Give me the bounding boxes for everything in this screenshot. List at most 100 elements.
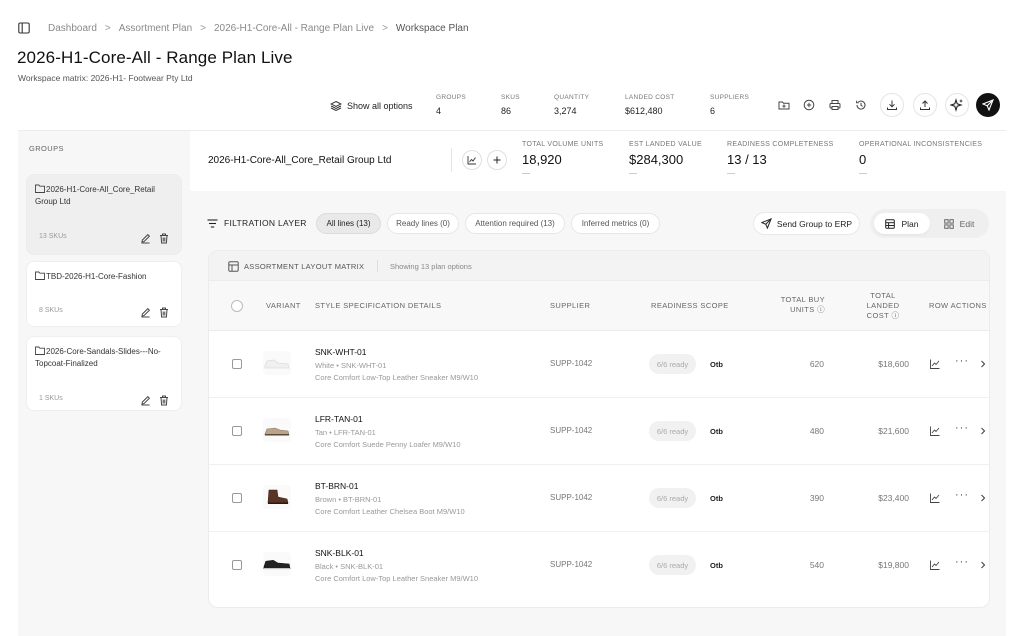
stat-landed-cost: LANDED COST $612,480 [625, 94, 675, 116]
chevron-right-icon[interactable] [979, 424, 987, 442]
table-row[interactable]: LFR-TAN-01 Tan • LFR-TAN-01 Core Comfort… [209, 398, 989, 465]
shoe-thumbnail [263, 552, 291, 576]
trash-icon[interactable] [159, 231, 169, 249]
breadcrumb-assortment-plan[interactable]: Assortment Plan [119, 23, 192, 34]
row-meta: White • SNK-WHT-01 [315, 361, 387, 370]
table-row[interactable]: SNK-WHT-01 White • SNK-WHT-01 Core Comfo… [209, 331, 989, 398]
send-icon[interactable] [976, 93, 1000, 117]
table-row[interactable]: SNK-BLK-01 Black • SNK-BLK-01 Core Comfo… [209, 532, 989, 599]
chevron-right-icon[interactable] [979, 558, 987, 576]
row-meta: Tan • LFR-TAN-01 [315, 428, 376, 437]
row-supplier: SUPP-1042 [550, 426, 593, 435]
download-icon[interactable] [880, 93, 904, 117]
chart-icon[interactable] [929, 558, 941, 576]
info-icon: ⓘ [891, 311, 900, 320]
pencil-icon[interactable] [140, 305, 151, 323]
readiness-badge: 6/6 ready [649, 555, 696, 575]
row-checkbox[interactable] [232, 493, 242, 503]
view-edit-button[interactable]: Edit [932, 213, 986, 234]
readiness-badge: 6/6 ready [649, 488, 696, 508]
breadcrumb-dashboard[interactable]: Dashboard [48, 23, 97, 34]
breadcrumb-current: Workspace Plan [395, 22, 469, 34]
row-sku: BT-BRN-01 [315, 481, 359, 491]
sparkle-icon[interactable] [945, 93, 969, 117]
more-icon[interactable]: ··· [955, 556, 969, 568]
group-card[interactable]: 2026-Core-Sandals-Slides---No-Topcoat-Fi… [26, 336, 182, 411]
shoe-thumbnail [263, 418, 291, 442]
breadcrumb-range-plan[interactable]: 2026-H1-Core-All - Range Plan Live [214, 23, 374, 34]
readiness-badge: 6/6 ready [649, 354, 696, 374]
trash-icon[interactable] [159, 305, 169, 323]
row-meta: Brown • BT-BRN-01 [315, 495, 382, 504]
group-header-name: 2026-H1-Core-All_Core_Retail Group Ltd [208, 155, 392, 166]
layout-icon [228, 261, 239, 272]
filter-pill-attention[interactable]: Attention required (13) [465, 213, 565, 234]
row-landed-cost: $21,600 [878, 426, 909, 436]
trash-icon[interactable] [159, 393, 169, 411]
more-icon[interactable]: ··· [955, 489, 969, 501]
col-total-buy-units: TOTAL BUY UNITS ⓘ [780, 295, 825, 314]
group-name: TBD-2026-H1-Core-Fashion [35, 271, 165, 283]
info-icon: ⓘ [817, 305, 825, 314]
grid-icon [943, 218, 954, 229]
row-buy-units: 390 [809, 493, 824, 503]
filter-pill-ready[interactable]: Ready lines (0) [387, 213, 459, 234]
plus-circle-icon[interactable] [800, 96, 818, 114]
view-plan-button[interactable]: Plan [874, 213, 930, 234]
group-sku-count: 13 SKUs [39, 233, 67, 240]
chevron-right-icon[interactable] [979, 491, 987, 509]
show-all-options-label: Show all options [347, 101, 413, 111]
matrix-subtitle: Showing 13 plan options [390, 262, 472, 271]
more-icon[interactable]: ··· [955, 355, 969, 367]
send-group-to-erp-button[interactable]: Send Group to ERP [753, 212, 860, 235]
folder-icon[interactable] [775, 96, 793, 114]
send-icon [760, 218, 772, 229]
kpi-est-landed-value: EST LANDED VALUE $284,300 [629, 141, 702, 174]
page-subtitle: Workspace matrix: 2026-H1- Footwear Pty … [18, 73, 193, 83]
groups-sidebar: GROUPS 2026-H1-Core-All_Core_Retail Grou… [18, 131, 190, 636]
row-checkbox[interactable] [232, 426, 242, 436]
history-icon[interactable] [852, 96, 870, 114]
pencil-icon[interactable] [140, 393, 151, 411]
chart-icon[interactable] [929, 491, 941, 509]
row-landed-cost: $18,600 [878, 359, 909, 369]
chart-icon[interactable] [929, 424, 941, 442]
sidebar-toggle-icon[interactable] [18, 22, 30, 34]
row-description: Core Comfort Leather Chelsea Boot M9/W10 [315, 507, 465, 516]
folder-icon [35, 271, 45, 283]
chevron-right-icon[interactable] [979, 357, 987, 375]
shoe-thumbnail [263, 485, 291, 509]
assortment-matrix-table: ASSORTMENT LAYOUT MATRIX Showing 13 plan… [208, 250, 990, 608]
filter-icon [207, 218, 218, 228]
filter-pill-all[interactable]: All lines (13) [316, 213, 381, 234]
row-sku: LFR-TAN-01 [315, 414, 363, 424]
upload-icon[interactable] [913, 93, 937, 117]
row-checkbox[interactable] [232, 359, 242, 369]
table-row[interactable]: BT-BRN-01 Brown • BT-BRN-01 Core Comfort… [209, 465, 989, 532]
readiness-badge: 6/6 ready [649, 421, 696, 441]
stat-suppliers: SUPPLIERS 6 [710, 94, 750, 116]
chart-icon[interactable] [929, 357, 941, 375]
pencil-icon[interactable] [140, 231, 151, 249]
page-title: 2026-H1-Core-All - Range Plan Live [17, 48, 293, 67]
chevron-right-icon: > [104, 22, 111, 34]
folder-icon [35, 346, 45, 358]
divider [451, 148, 452, 172]
add-icon[interactable] [487, 150, 507, 170]
col-style: STYLE SPECIFICATION DETAILS [315, 301, 442, 310]
select-all-checkbox[interactable] [231, 300, 243, 312]
group-card[interactable]: 2026-H1-Core-All_Core_Retail Group Ltd 1… [26, 174, 182, 255]
table-icon [885, 218, 896, 229]
more-icon[interactable]: ··· [955, 422, 969, 434]
row-buy-units: 620 [809, 359, 824, 369]
print-icon[interactable] [826, 96, 844, 114]
breadcrumb: Dashboard > Assortment Plan > 2026-H1-Co… [18, 20, 469, 36]
layers-icon [330, 100, 342, 112]
row-buy-units: 540 [809, 560, 824, 570]
show-all-options-button[interactable]: Show all options [330, 97, 413, 115]
chart-icon[interactable] [462, 150, 482, 170]
matrix-title-bar: ASSORTMENT LAYOUT MATRIX Showing 13 plan… [209, 251, 989, 281]
group-card[interactable]: TBD-2026-H1-Core-Fashion 8 SKUs [26, 261, 182, 327]
row-checkbox[interactable] [232, 560, 242, 570]
filter-pill-inferred[interactable]: Inferred metrics (0) [571, 213, 660, 234]
